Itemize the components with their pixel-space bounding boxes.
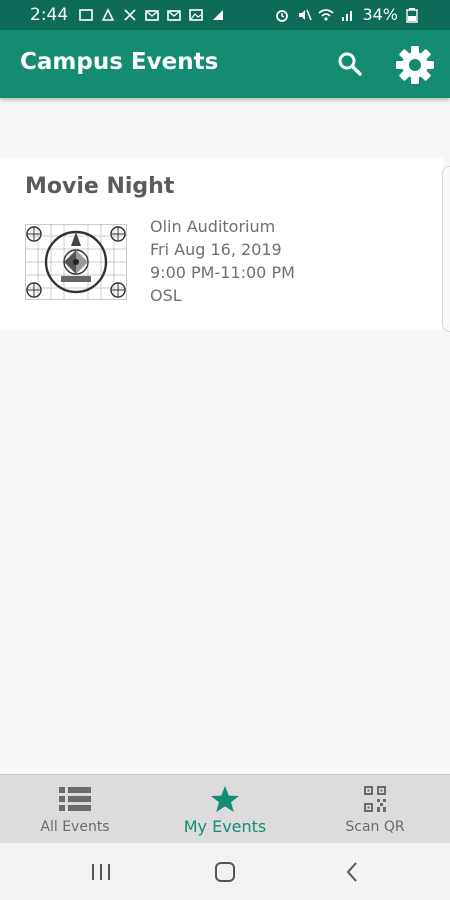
bottom-navigation: All Events My Events Scan QR bbox=[0, 774, 450, 843]
event-thumbnail-image bbox=[25, 224, 127, 300]
mail-icon bbox=[145, 10, 159, 21]
event-organizer: OSL bbox=[150, 286, 182, 305]
star-icon bbox=[211, 786, 239, 812]
nav-my-events[interactable]: My Events bbox=[150, 775, 300, 843]
nav-scan-qr[interactable]: Scan QR bbox=[300, 775, 450, 843]
notification-icon bbox=[124, 9, 136, 21]
qr-code-icon bbox=[364, 786, 386, 812]
event-date: Fri Aug 16, 2019 bbox=[150, 240, 282, 259]
nav-all-events[interactable]: All Events bbox=[0, 775, 150, 843]
nav-label: My Events bbox=[183, 817, 267, 836]
wifi-icon bbox=[318, 8, 334, 21]
notification-icon bbox=[101, 8, 115, 21]
app-title: Campus Events bbox=[20, 49, 219, 75]
recent-apps-icon[interactable] bbox=[88, 859, 114, 885]
event-time: 9:00 PM-11:00 PM bbox=[150, 263, 295, 282]
mute-icon bbox=[299, 9, 313, 20]
list-icon bbox=[59, 787, 91, 811]
cell-signal-icon bbox=[342, 10, 353, 21]
home-icon[interactable] bbox=[212, 859, 238, 885]
nav-label: Scan QR bbox=[345, 819, 405, 835]
nav-label: All Events bbox=[40, 819, 110, 835]
notification-icon bbox=[79, 9, 93, 21]
status-right: 34% bbox=[274, 5, 420, 24]
battery-percent: 34% bbox=[362, 5, 398, 24]
status-bar: 2:44 34% bbox=[0, 0, 450, 30]
event-card[interactable]: Movie Night Olin Auditorium Fri Aug 16, … bbox=[0, 158, 443, 330]
image-icon bbox=[189, 9, 203, 21]
event-location: Olin Auditorium bbox=[150, 217, 276, 236]
notification-icons bbox=[78, 7, 226, 23]
back-icon[interactable] bbox=[340, 859, 366, 885]
event-details: Olin Auditorium Fri Aug 16, 2019 9:00 PM… bbox=[150, 215, 295, 307]
battery-icon bbox=[406, 7, 418, 23]
next-card-edge[interactable] bbox=[442, 166, 450, 332]
alarm-icon bbox=[276, 9, 289, 22]
signal-icon bbox=[213, 10, 223, 20]
mail-icon bbox=[167, 10, 181, 21]
status-time: 2:44 bbox=[30, 5, 69, 25]
system-navigation-bar bbox=[0, 843, 450, 900]
app-bar: Campus Events bbox=[0, 30, 450, 98]
gear-icon[interactable] bbox=[394, 44, 436, 86]
search-icon[interactable] bbox=[336, 50, 364, 78]
event-title: Movie Night bbox=[25, 174, 175, 199]
